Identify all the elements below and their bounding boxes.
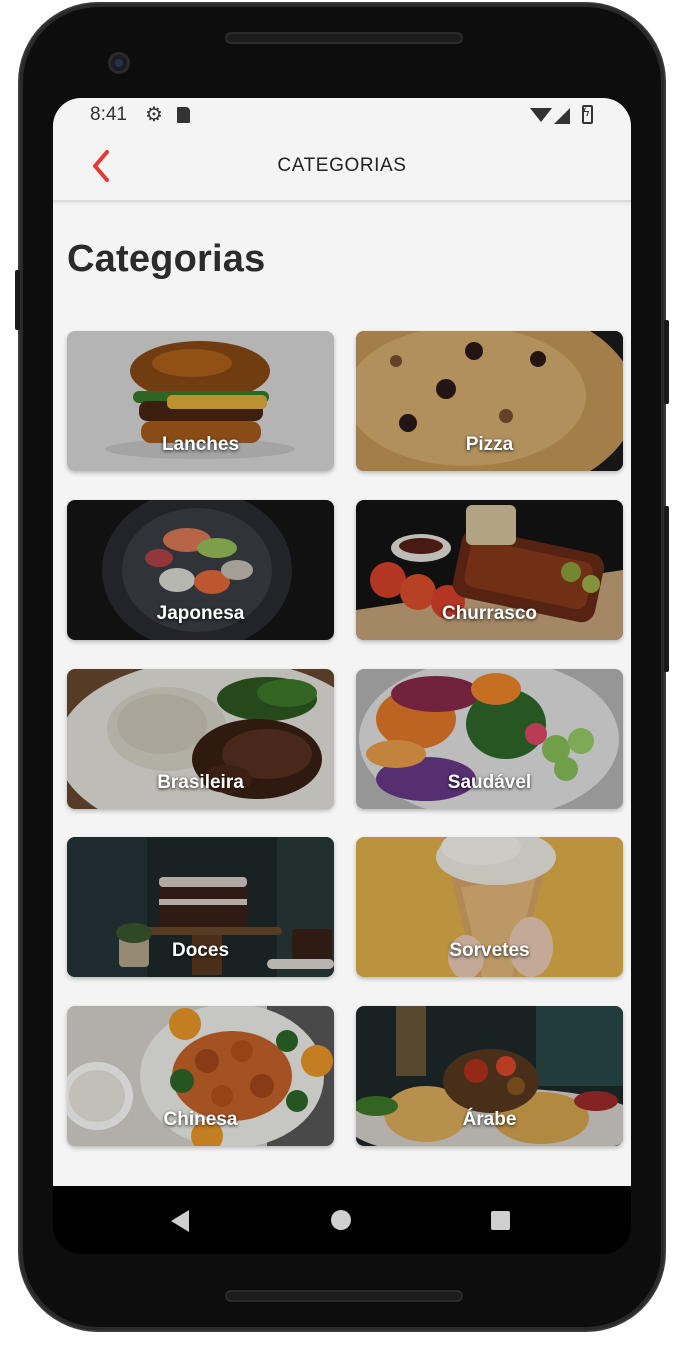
volume-buttons [664,506,669,672]
app-bar-title: CATEGORIAS [277,155,407,176]
category-card-lanches[interactable]: Lanches [67,331,334,471]
gear-icon: ⚙ [145,104,163,126]
category-label: Brasileira [157,772,244,793]
category-card-pizza[interactable]: Pizza [356,331,623,471]
category-label: Chinesa [163,1109,238,1130]
category-label: Árabe [462,1109,517,1130]
nav-back-icon[interactable] [171,1210,189,1232]
category-label: Doces [171,940,230,961]
nav-home-icon[interactable] [331,1210,351,1230]
screen: 8:41 ⚙ CATEGORIAS Categorias [53,98,631,1254]
sd-card-icon [177,107,190,123]
category-label: Churrasco [441,603,538,624]
category-label: Japonesa [156,603,245,624]
bottom-speaker [225,1290,463,1302]
category-card-arabe[interactable]: Árabe [356,1006,623,1146]
battery-charging-icon [582,105,593,124]
category-card-sorvetes[interactable]: Sorvetes [356,837,623,977]
status-bar: 8:41 ⚙ [53,98,631,132]
category-card-chinesa[interactable]: Chinesa [67,1006,334,1146]
category-card-churrasco[interactable]: Churrasco [356,500,623,640]
category-label: Sorvetes [449,940,530,961]
category-label: Lanches [161,434,240,455]
category-label: Pizza [465,434,514,455]
category-card-brasileira[interactable]: Brasileira [67,669,334,809]
top-speaker [225,32,463,44]
category-card-doces[interactable]: Doces [67,837,334,977]
power-button [664,320,669,404]
signal-icon [554,108,570,124]
page-title: Categorias [67,238,266,280]
status-time: 8:41 [90,104,127,125]
category-label: Saudável [447,772,532,793]
front-camera [108,52,130,74]
system-nav-bar [53,1186,631,1254]
app-bar: CATEGORIAS [53,132,631,202]
wifi-icon [530,108,552,122]
nav-recents-icon[interactable] [491,1211,510,1230]
side-button-left [15,270,20,330]
category-card-japonesa[interactable]: Japonesa [67,500,334,640]
app-content: 8:41 ⚙ CATEGORIAS Categorias [53,98,631,1186]
category-card-saudavel[interactable]: Saudável [356,669,623,809]
